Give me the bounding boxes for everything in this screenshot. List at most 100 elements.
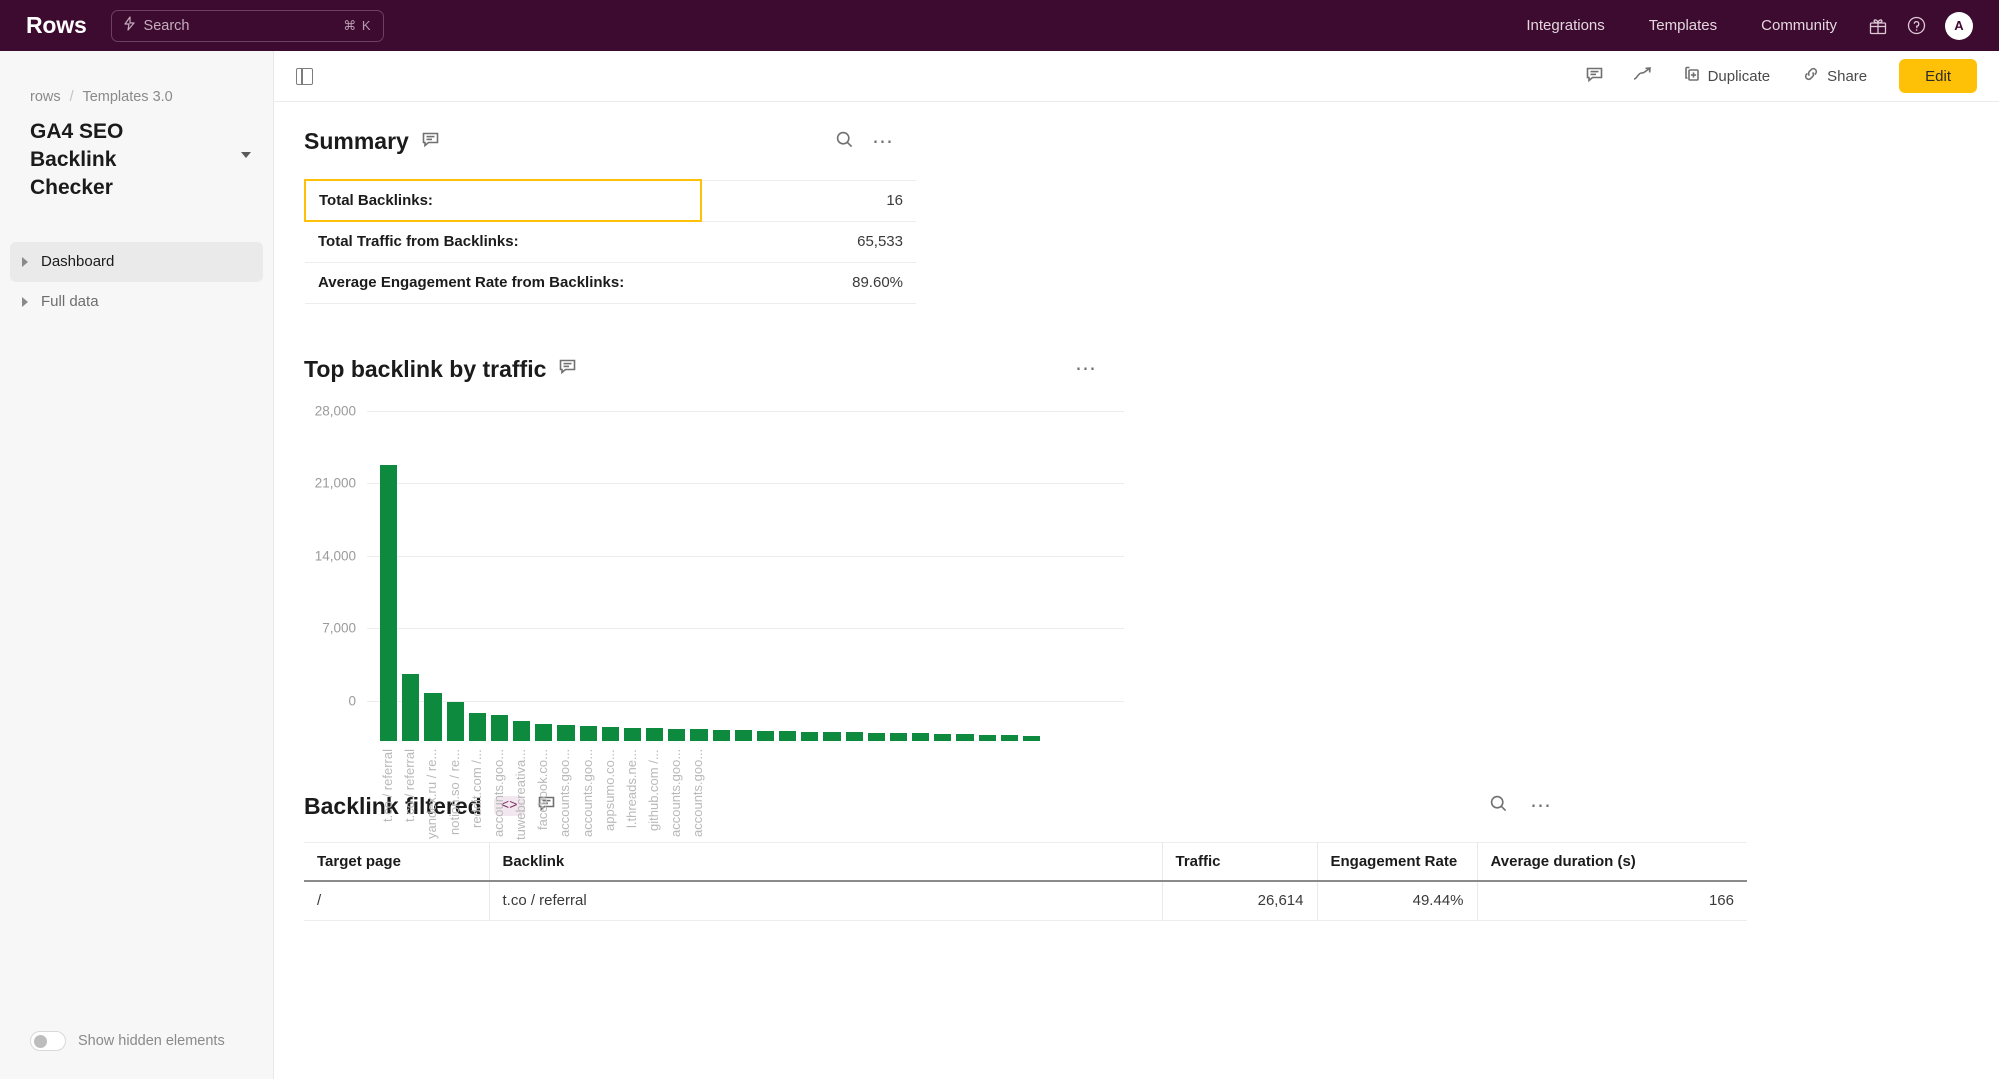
sidebar-item-dashboard[interactable]: Dashboard	[10, 241, 263, 282]
x-axis-tick-label: reddit.com /...	[468, 748, 484, 828]
chart-bar[interactable]	[380, 464, 398, 741]
edit-button[interactable]: Edit	[1899, 59, 1977, 93]
summary-value[interactable]: 89.60%	[701, 262, 916, 304]
cell-backlink[interactable]: t.co / referral	[489, 881, 1163, 921]
table-row[interactable]: Total Backlinks: 16	[304, 179, 916, 222]
chart-bar[interactable]	[1000, 735, 1018, 741]
chart-bar[interactable]	[978, 734, 996, 741]
sidebar-panel-icon[interactable]	[296, 67, 313, 85]
chart-bar[interactable]	[690, 729, 708, 741]
chart-bar[interactable]	[402, 674, 420, 741]
nav-integrations[interactable]: Integrations	[1504, 17, 1626, 34]
chart-bar[interactable]	[934, 733, 952, 741]
global-search-input[interactable]: Search ⌘ K	[110, 9, 384, 42]
x-axis-tick-label: accounts.goo...	[579, 748, 595, 837]
insights-button[interactable]	[1618, 59, 1667, 93]
sidebar-item-full-data[interactable]: Full data	[10, 282, 263, 322]
chart-bar[interactable]	[889, 733, 908, 741]
chart-bar[interactable]	[535, 724, 553, 741]
more-options-icon[interactable]: ⋯	[1530, 795, 1552, 816]
cell-traffic[interactable]: 26,614	[1162, 881, 1318, 921]
x-axis-tick-label	[868, 749, 885, 869]
document-title-row[interactable]: GA4 SEO Backlink Checker	[0, 105, 273, 202]
app-logo[interactable]: Rows	[26, 12, 87, 39]
breadcrumb: rows / Templates 3.0	[0, 51, 273, 105]
comment-button[interactable]	[1571, 59, 1618, 93]
chart-bar[interactable]	[490, 714, 509, 741]
summary-block: Summary ⋯ Total Backlinks: 16 Total Traf…	[274, 102, 1999, 304]
show-hidden-elements-label: Show hidden elements	[78, 1033, 225, 1049]
x-axis-tick-label	[801, 749, 818, 869]
column-header-average-duration[interactable]: Average duration (s)	[1477, 841, 1747, 882]
chart-bar[interactable]	[424, 692, 442, 741]
column-header-traffic[interactable]: Traffic	[1162, 841, 1318, 882]
cell-target-page[interactable]: /	[304, 881, 490, 921]
x-axis-tick-label: l.threads.ne...	[623, 748, 639, 828]
summary-key[interactable]: Total Traffic from Backlinks:	[305, 221, 701, 263]
breadcrumb-folder[interactable]: Templates 3.0	[82, 89, 172, 105]
chart-bar[interactable]	[601, 727, 619, 741]
content-header: Duplicate Share Edit	[274, 51, 1999, 102]
chart-bar[interactable]	[779, 731, 797, 741]
chart-bar[interactable]	[668, 728, 686, 741]
show-hidden-elements-toggle[interactable]	[30, 1031, 66, 1051]
nav-community[interactable]: Community	[1739, 17, 1859, 34]
page-title: GA4 SEO Backlink Checker	[30, 120, 124, 199]
chart-block: Top backlink by traffic ⋯ 0 7,000 14,000 21…	[274, 356, 1999, 840]
chart-bar[interactable]	[468, 712, 486, 741]
nav-templates[interactable]: Templates	[1627, 17, 1739, 34]
duplicate-button[interactable]: Duplicate	[1667, 59, 1787, 93]
help-icon[interactable]	[1897, 15, 1935, 36]
search-icon[interactable]	[1489, 794, 1508, 818]
trending-up-icon	[1632, 65, 1653, 88]
summary-key[interactable]: Total Backlinks:	[304, 179, 702, 222]
chart-bar[interactable]	[623, 727, 642, 741]
y-axis-tick-label: 0	[348, 693, 356, 708]
comment-icon[interactable]	[558, 357, 577, 381]
breadcrumb-workspace[interactable]: rows	[30, 89, 61, 105]
chart-bar[interactable]	[867, 732, 885, 741]
show-hidden-elements-row[interactable]: Show hidden elements	[30, 1031, 225, 1051]
share-button[interactable]: Share	[1786, 59, 1883, 93]
chart-bar[interactable]	[734, 730, 752, 741]
chart-bar[interactable]	[579, 726, 597, 741]
chart-bar[interactable]	[823, 731, 841, 741]
sidebar-item-label: Dashboard	[41, 253, 115, 271]
summary-value[interactable]: 16	[701, 179, 916, 222]
user-avatar[interactable]: A	[1945, 11, 1973, 40]
chart-bar[interactable]	[557, 724, 575, 741]
summary-value[interactable]: 65,533	[701, 221, 916, 263]
chart-bar[interactable]	[801, 731, 819, 741]
chevron-down-icon[interactable]	[241, 152, 251, 158]
table-row[interactable]: Total Traffic from Backlinks: 65,533	[305, 221, 916, 263]
x-axis-tick-label	[713, 749, 730, 869]
summary-table: Total Backlinks: 16 Total Traffic from B…	[304, 179, 916, 304]
summary-key[interactable]: Average Engagement Rate from Backlinks:	[305, 262, 701, 304]
chart-bar[interactable]	[912, 733, 930, 741]
chart-bar[interactable]	[956, 734, 974, 741]
chart-bar[interactable]	[756, 730, 775, 741]
x-axis-tick-label	[823, 749, 840, 869]
chevron-right-icon	[22, 296, 28, 307]
summary-table-wrapper: Total Backlinks: 16 Total Traffic from B…	[304, 179, 916, 304]
x-axis-tick-label	[934, 749, 951, 869]
comment-icon[interactable]	[421, 130, 440, 154]
table-row[interactable]: Average Engagement Rate from Backlinks: …	[305, 262, 916, 304]
chart-bar[interactable]	[1022, 736, 1041, 741]
chart-bar[interactable]	[845, 732, 863, 741]
chart-bar[interactable]	[513, 720, 531, 741]
chart-bar[interactable]	[646, 728, 664, 741]
more-options-icon[interactable]: ⋯	[1075, 358, 1097, 379]
x-axis-tick-label	[956, 749, 973, 869]
table-row[interactable]: / t.co / referral 26,614 49.44% 166	[304, 881, 1747, 921]
chart-bar[interactable]	[712, 729, 730, 741]
cell-engagement-rate[interactable]: 49.44%	[1317, 881, 1478, 921]
y-axis-tick-label: 21,000	[314, 475, 356, 491]
x-axis-tick-label: appsumo.co...	[601, 748, 617, 831]
search-icon[interactable]	[835, 130, 854, 154]
more-options-icon[interactable]: ⋯	[872, 131, 894, 152]
gift-icon[interactable]	[1859, 16, 1897, 36]
cell-average-duration[interactable]: 166	[1477, 881, 1747, 921]
column-header-engagement-rate[interactable]: Engagement Rate	[1317, 841, 1478, 882]
chart-bar[interactable]	[446, 702, 464, 741]
